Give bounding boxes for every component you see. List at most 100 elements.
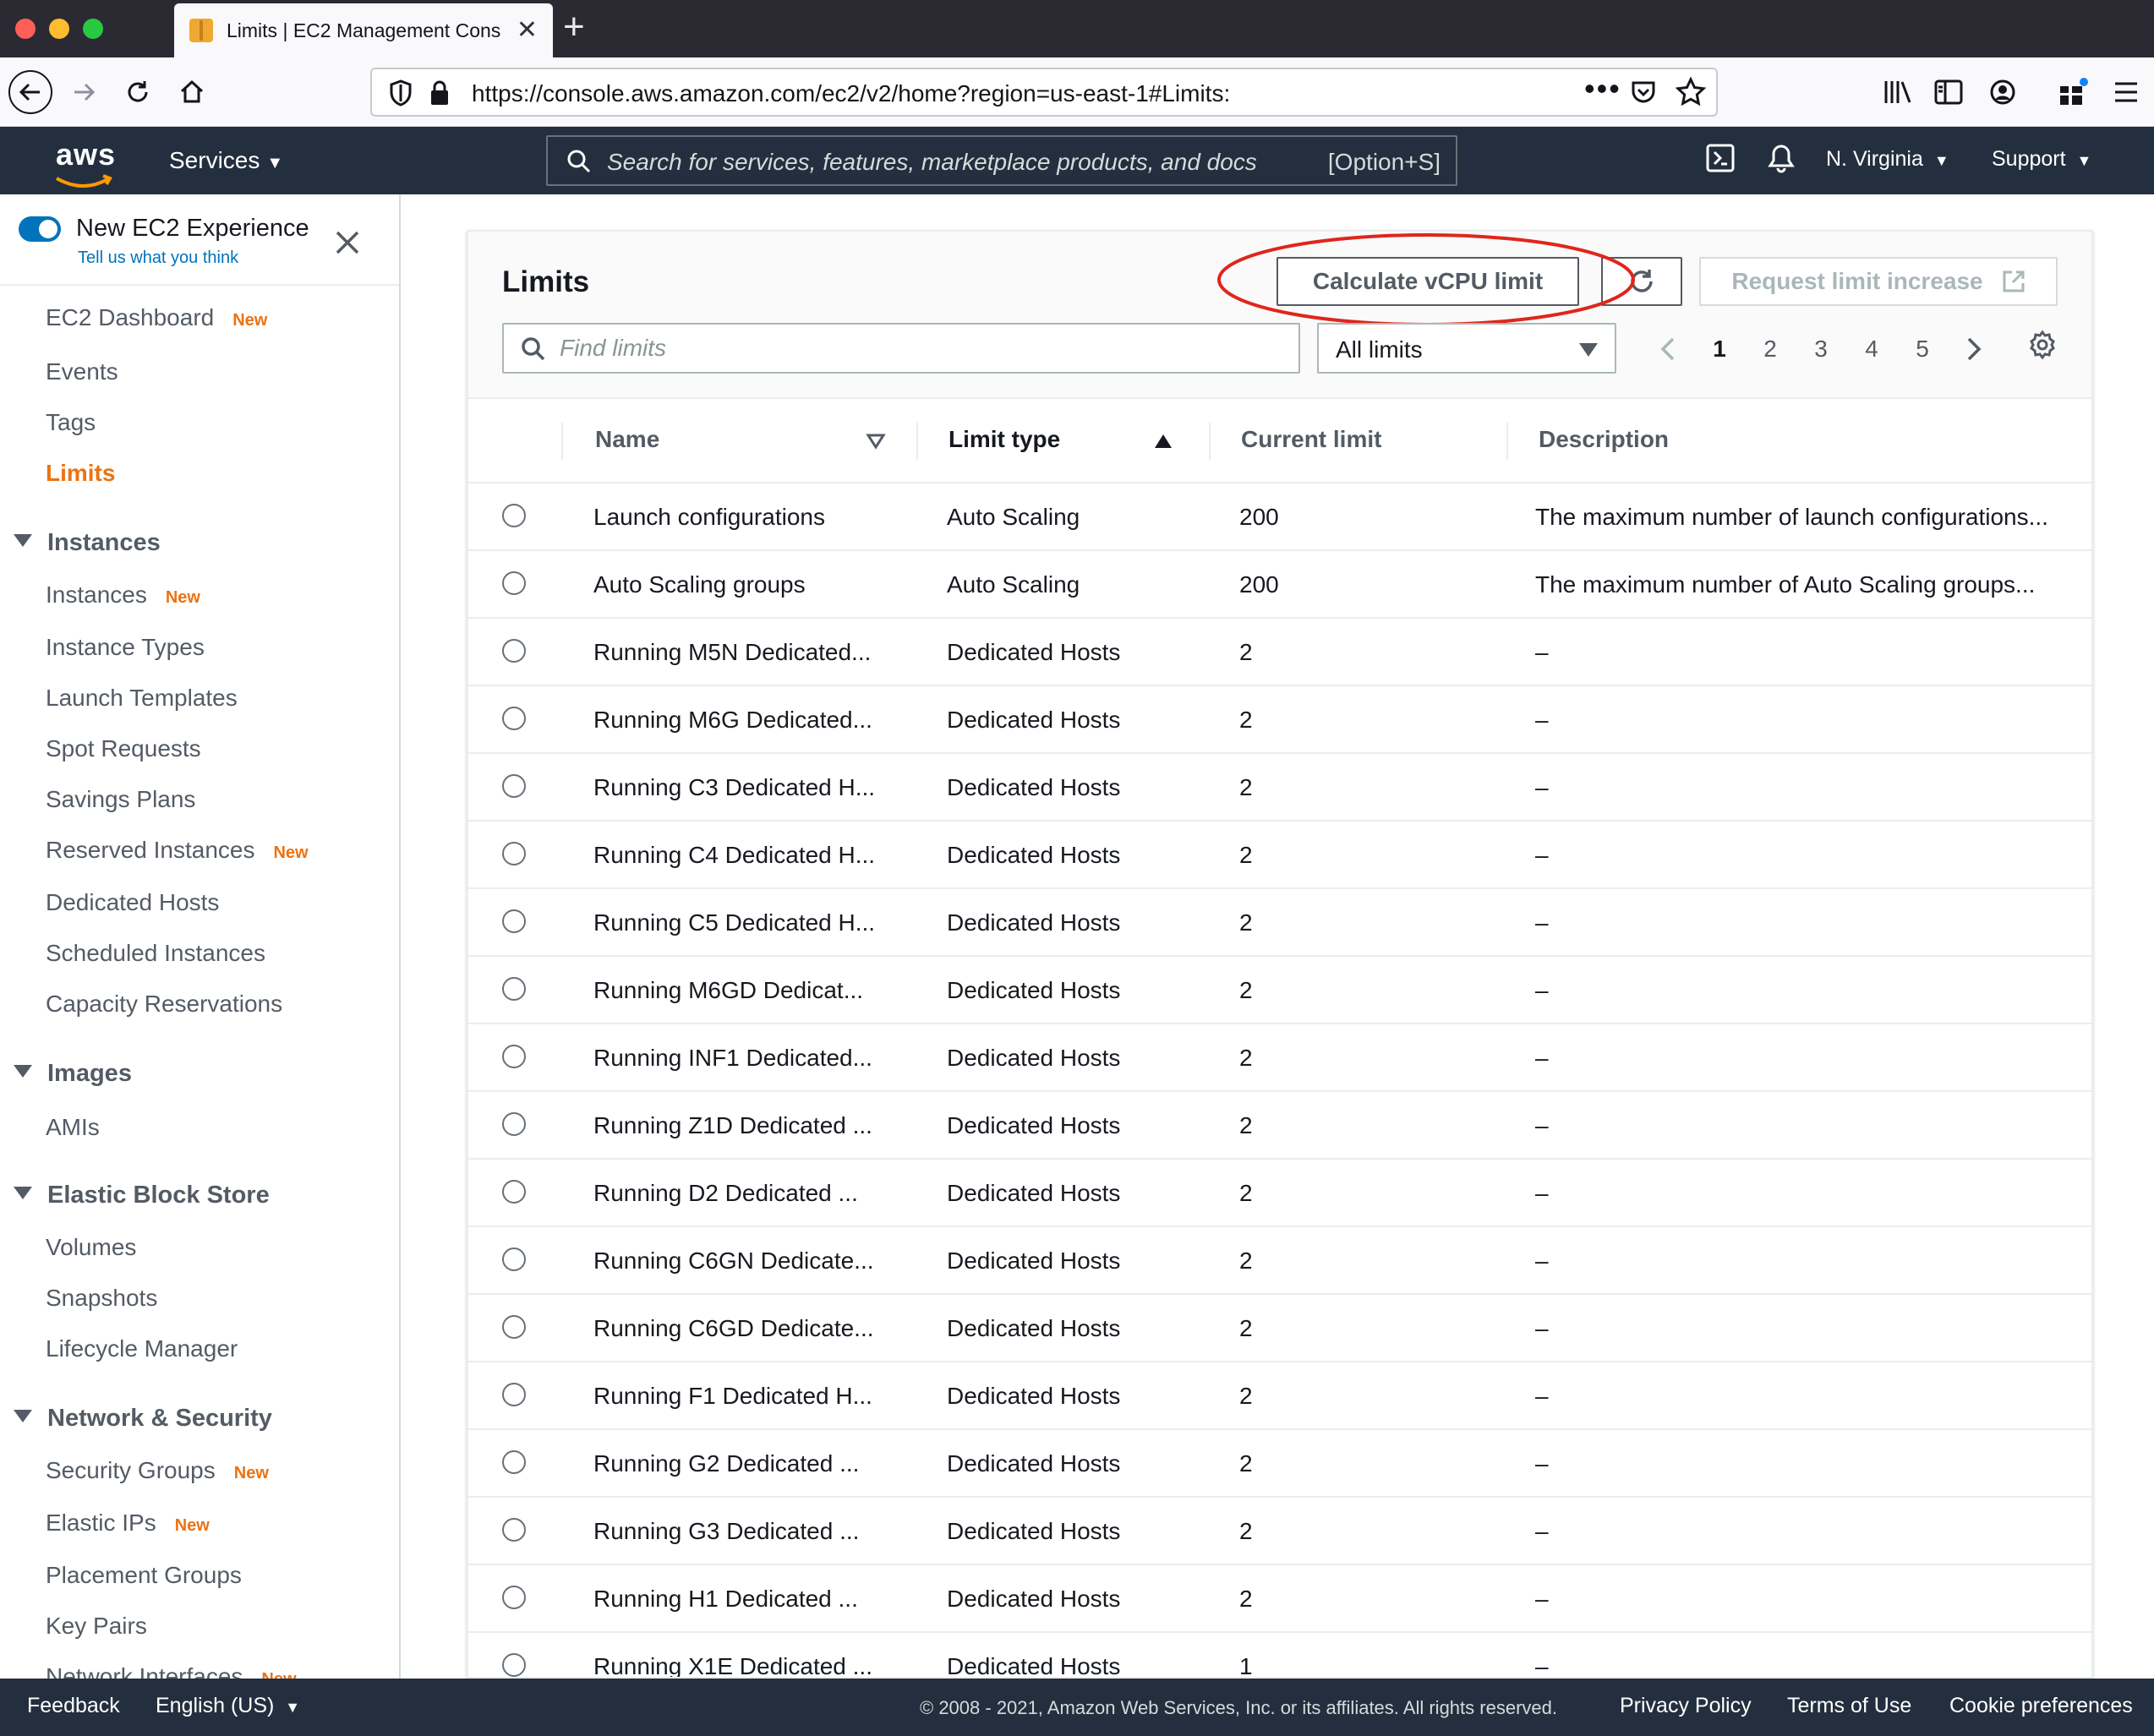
sidebar-item-reserved-instances[interactable]: Reserved Instances New	[46, 837, 309, 864]
sidebar-item-placement-groups[interactable]: Placement Groups	[46, 1562, 242, 1589]
sidebar-item-savings-plans[interactable]: Savings Plans	[46, 786, 195, 813]
row-select-radio[interactable]	[502, 707, 526, 730]
row-select-radio[interactable]	[502, 1518, 526, 1542]
lock-icon[interactable]	[429, 79, 450, 111]
table-row[interactable]: Running C6GD Dedicate... Dedicated Hosts 2…	[468, 1295, 2091, 1362]
page-1[interactable]: 1	[1694, 336, 1745, 363]
new-tab-icon[interactable]: +	[563, 8, 585, 46]
menu-icon[interactable]	[2107, 73, 2146, 112]
minimize-window-button[interactable]	[49, 19, 69, 39]
privacy-policy-link[interactable]: Privacy Policy	[1620, 1694, 1752, 1718]
sidebar-item-instances[interactable]: Instances New	[46, 581, 200, 609]
table-row[interactable]: Running G2 Dedicated ... Dedicated Hosts 2…	[468, 1430, 2091, 1498]
find-limits-field[interactable]	[560, 331, 1287, 365]
table-row[interactable]: Running C5 Dedicated H... Dedicated Hosts…	[468, 889, 2091, 957]
region-selector[interactable]: N. Virginia ▼	[1826, 147, 1949, 172]
sidebar-item-volumes[interactable]: Volumes	[46, 1234, 136, 1261]
row-select-radio[interactable]	[502, 1653, 526, 1677]
feedback-link[interactable]: Feedback	[27, 1694, 120, 1718]
table-row[interactable]: Running X1E Dedicated ... Dedicated Hosts…	[468, 1633, 2091, 1677]
row-select-radio[interactable]	[502, 504, 526, 527]
row-select-radio[interactable]	[502, 1112, 526, 1136]
pocket-icon[interactable]	[1630, 79, 1657, 110]
column-header-current-limit[interactable]: Current limit	[1241, 426, 1381, 453]
sidebar-item-security-groups[interactable]: Security Groups New	[46, 1457, 269, 1484]
sidebar-item-tags[interactable]: Tags	[46, 409, 96, 436]
column-header-description[interactable]: Description	[1539, 426, 1669, 453]
row-select-radio[interactable]	[502, 1045, 526, 1068]
row-select-radio[interactable]	[502, 774, 526, 798]
browser-tab[interactable]: Limits | EC2 Management Cons ✕	[174, 3, 553, 57]
table-row[interactable]: Launch configurations Auto Scaling 200 The …	[468, 483, 2091, 551]
cookie-preferences-link[interactable]: Cookie preferences	[1949, 1694, 2133, 1718]
table-row[interactable]: Running Z1D Dedicated ... Dedicated Hosts…	[468, 1092, 2091, 1160]
close-icon[interactable]	[335, 230, 360, 255]
table-row[interactable]: Running C6GN Dedicate... Dedicated Hosts 2…	[468, 1227, 2091, 1295]
table-row[interactable]: Running M6G Dedicated... Dedicated Hosts 2…	[468, 686, 2091, 754]
feedback-link[interactable]: Tell us what you think	[78, 248, 238, 268]
page-5[interactable]: 5	[1897, 336, 1948, 363]
new-experience-toggle[interactable]	[19, 216, 61, 242]
row-select-radio[interactable]	[502, 639, 526, 663]
sort-filter-icon[interactable]	[866, 433, 886, 450]
gear-icon[interactable]	[2027, 330, 2058, 360]
row-select-radio[interactable]	[502, 571, 526, 595]
sidebar-section-instances[interactable]: Instances	[14, 529, 161, 557]
sidebar-item-snapshots[interactable]: Snapshots	[46, 1285, 157, 1312]
row-select-radio[interactable]	[502, 1247, 526, 1271]
close-window-button[interactable]	[15, 19, 36, 39]
back-icon[interactable]	[8, 70, 52, 114]
forward-icon[interactable]	[64, 73, 103, 112]
sidebar-item-lifecycle-manager[interactable]: Lifecycle Manager	[46, 1335, 238, 1362]
page-actions-icon[interactable]: •••	[1584, 71, 1621, 106]
table-row[interactable]: Auto Scaling groups Auto Scaling 200 The ma…	[468, 551, 2091, 619]
extensions-icon[interactable]	[2054, 73, 2093, 112]
zoom-window-button[interactable]	[83, 19, 103, 39]
sidebar-section-elastic-block-store[interactable]: Elastic Block Store	[14, 1182, 270, 1209]
table-row[interactable]: Running INF1 Dedicated... Dedicated Hosts…	[468, 1024, 2091, 1092]
services-menu[interactable]: Services ▼	[169, 147, 283, 174]
sidebar-toggle-icon[interactable]	[1929, 73, 1968, 112]
row-select-radio[interactable]	[502, 909, 526, 933]
sidebar-item-instance-types[interactable]: Instance Types	[46, 634, 205, 661]
request-limit-increase-button[interactable]: Request limit increase	[1699, 257, 2058, 306]
sidebar-item-limits[interactable]: Limits	[46, 460, 115, 487]
row-select-radio[interactable]	[502, 842, 526, 865]
sidebar-item-ec2-dashboard[interactable]: EC2 Dashboard New	[46, 304, 267, 331]
reload-icon[interactable]	[118, 73, 157, 112]
sidebar-item-capacity-reservations[interactable]: Capacity Reservations	[46, 991, 282, 1018]
sidebar-item-amis[interactable]: AMIs	[46, 1114, 100, 1141]
sort-ascending-icon[interactable]	[1153, 433, 1173, 450]
tab-close-icon[interactable]: ✕	[517, 18, 538, 43]
chevron-left-icon[interactable]	[1643, 332, 1694, 366]
row-select-radio[interactable]	[502, 1450, 526, 1474]
table-row[interactable]: Running D2 Dedicated ... Dedicated Hosts 2…	[468, 1160, 2091, 1227]
language-selector[interactable]: English (US) ▼	[156, 1694, 300, 1718]
limit-type-select[interactable]: All limits	[1317, 323, 1616, 374]
url-bar[interactable]: https://console.aws.amazon.com/ec2/v2/ho…	[370, 68, 1718, 117]
table-row[interactable]: Running M5N Dedicated... Dedicated Hosts 2…	[468, 619, 2091, 686]
url-text[interactable]: https://console.aws.amazon.com/ec2/v2/ho…	[472, 80, 1230, 107]
column-header-name[interactable]: Name	[595, 426, 659, 453]
aws-search-bar[interactable]: Search for services, features, marketpla…	[546, 135, 1457, 186]
row-select-radio[interactable]	[502, 1586, 526, 1609]
page-3[interactable]: 3	[1796, 336, 1846, 363]
sidebar-item-spot-requests[interactable]: Spot Requests	[46, 735, 201, 762]
support-menu[interactable]: Support ▼	[1992, 147, 2091, 172]
bookmark-star-icon[interactable]	[1675, 76, 1707, 112]
find-limits-input[interactable]	[502, 323, 1300, 374]
cloudshell-icon[interactable]	[1706, 144, 1735, 178]
column-header-limit-type[interactable]: Limit type	[949, 426, 1060, 453]
sidebar-item-key-pairs[interactable]: Key Pairs	[46, 1613, 147, 1640]
aws-logo[interactable]: aws	[56, 137, 116, 172]
sidebar-item-events[interactable]: Events	[46, 358, 118, 385]
notifications-bell-icon[interactable]	[1767, 144, 1796, 180]
home-icon[interactable]	[172, 73, 211, 112]
table-row[interactable]: Running H1 Dedicated ... Dedicated Hosts 2…	[468, 1565, 2091, 1633]
table-row[interactable]: Running C3 Dedicated H... Dedicated Hosts…	[468, 754, 2091, 822]
row-select-radio[interactable]	[502, 1180, 526, 1204]
table-row[interactable]: Running M6GD Dedicat... Dedicated Hosts 2 –	[468, 957, 2091, 1024]
page-4[interactable]: 4	[1846, 336, 1897, 363]
sidebar-section-images[interactable]: Images	[14, 1060, 132, 1088]
account-icon[interactable]	[1983, 73, 2022, 112]
